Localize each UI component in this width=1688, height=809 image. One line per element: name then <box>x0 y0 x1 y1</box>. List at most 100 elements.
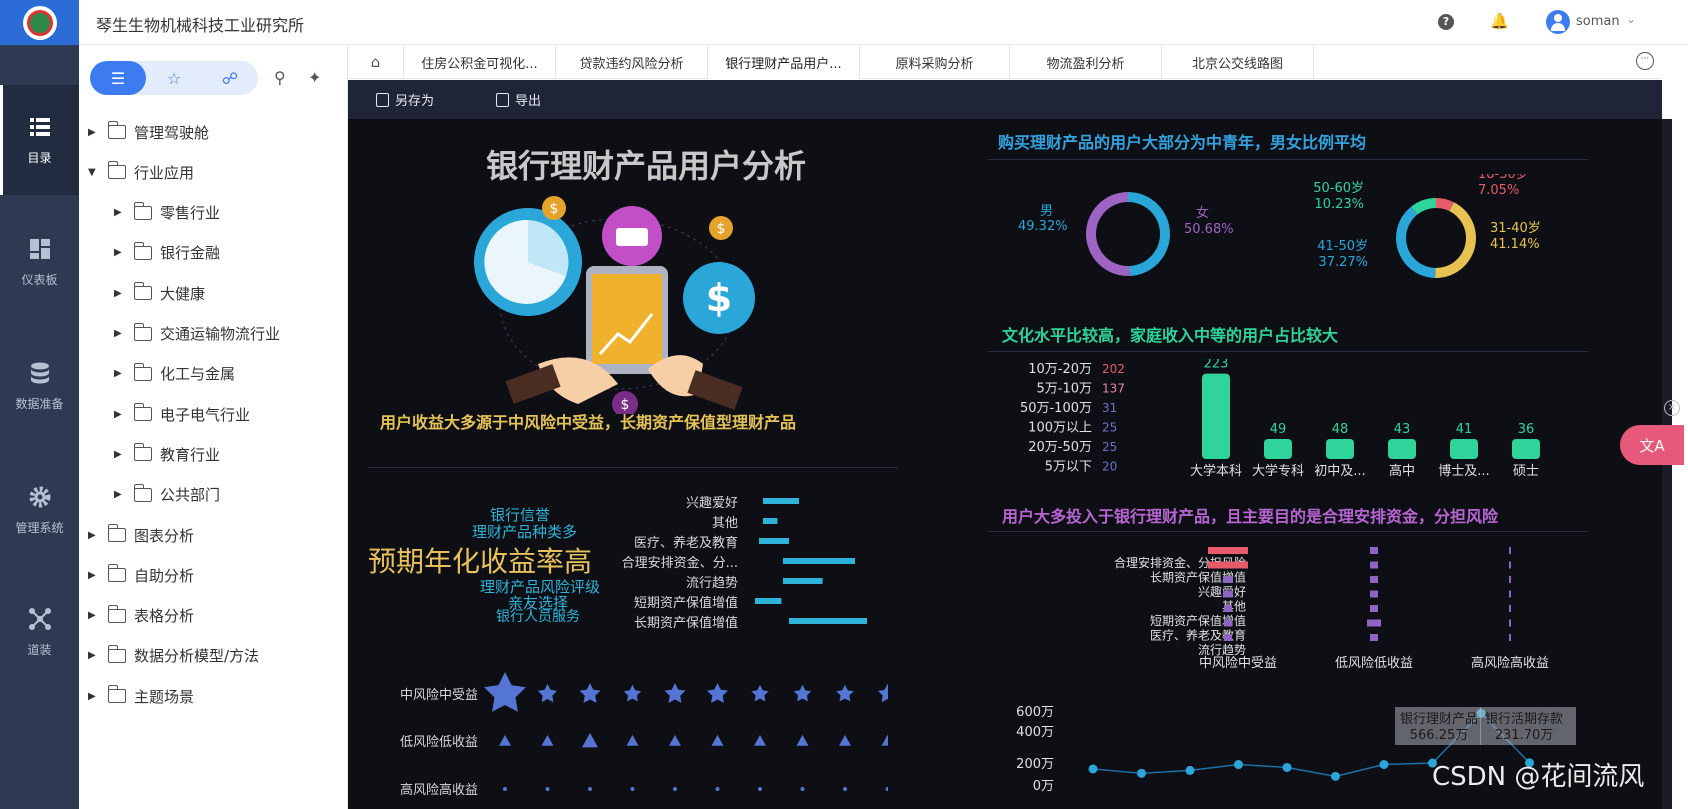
app-logo[interactable] <box>0 0 79 45</box>
close-icon[interactable]: × <box>1664 400 1680 416</box>
bar-value: 43 <box>1394 422 1411 437</box>
star-mark <box>877 683 888 703</box>
y-tick-label: 600万 <box>1016 705 1054 720</box>
tree-node[interactable]: ▶ 电子电气行业 <box>114 394 250 434</box>
tree-node[interactable]: ▶ 表格分析 <box>88 596 194 636</box>
favorite-tab[interactable]: ☆ <box>146 61 202 95</box>
matrix-mark <box>1509 634 1511 641</box>
tree-node[interactable]: ▶ 大健康 <box>114 273 205 313</box>
income-value: 20 <box>1102 460 1117 474</box>
database-icon <box>30 362 49 383</box>
caret-right-icon[interactable]: ▶ <box>88 570 102 581</box>
caret-right-icon[interactable]: ▶ <box>114 449 128 460</box>
caret-right-icon[interactable]: ▶ <box>114 328 128 339</box>
nav-item-dashboard[interactable]: 仪表板 <box>0 207 79 317</box>
triangle-mark <box>499 735 511 746</box>
bar <box>1326 439 1354 459</box>
bar-label: 医疗、养老及教育 <box>634 535 738 551</box>
org-name: 琴生生物机械科技工业研究所 <box>96 16 305 35</box>
tree-node[interactable]: ▶ 自助分析 <box>88 555 194 595</box>
folder-icon <box>108 121 126 139</box>
matrix-mark <box>1509 576 1511 583</box>
share-tab[interactable]: ☍ <box>202 61 258 95</box>
tree-node[interactable]: ▶ 化工与金属 <box>114 354 235 394</box>
tab-3[interactable]: 银行理财产品用户... <box>708 45 860 79</box>
tree-node[interactable]: ▼ 行业应用 <box>88 152 194 192</box>
caret-right-icon[interactable]: ▶ <box>114 409 128 420</box>
matrix-mark <box>1509 547 1511 554</box>
tab-1[interactable]: 住房公积金可视化... <box>404 45 556 79</box>
row-label: 兴趣爱好 <box>1198 584 1246 599</box>
tab-5[interactable]: 物流盈利分析 <box>1010 45 1162 79</box>
slice-label: 50.68% <box>1184 222 1234 237</box>
tree-node[interactable]: ▶ 图表分析 <box>88 515 194 555</box>
matrix-mark <box>1224 605 1232 612</box>
y-tick-label: 0万 <box>1033 779 1054 794</box>
nav-item-plugin[interactable]: 道装 <box>0 577 79 687</box>
caret-right-icon[interactable]: ▶ <box>88 650 102 661</box>
nav-label: 道装 <box>27 642 52 657</box>
bar <box>1264 439 1292 459</box>
star-mark <box>537 683 558 703</box>
bar-label: 兴趣爱好 <box>686 496 738 511</box>
series-point <box>1331 771 1340 781</box>
nav-item-data-prep[interactable]: 数据准备 <box>0 331 79 441</box>
tree-node-label: 交通运输物流行业 <box>160 325 281 343</box>
caret-right-icon[interactable]: ▶ <box>88 530 102 541</box>
gender-donut-chart: 男49.32% 女50.68% <box>1018 192 1234 276</box>
donut-slice <box>1128 192 1170 276</box>
nav-item-catalog[interactable]: 目录 <box>0 85 79 195</box>
tab-label: 北京公交线路图 <box>1191 56 1283 72</box>
home-icon[interactable]: ⌂ <box>348 45 404 79</box>
caret-right-icon[interactable]: ▶ <box>88 127 102 138</box>
search-icon[interactable]: ⚲ <box>274 68 286 87</box>
tree-node[interactable]: ▶ 公共部门 <box>114 475 220 515</box>
dashboard-icon <box>29 238 50 259</box>
triangle-mark <box>541 735 554 746</box>
income-label: 20万-50万 <box>1028 440 1092 455</box>
caret-right-icon[interactable]: ▶ <box>114 207 128 218</box>
triangle-mark <box>754 735 766 746</box>
nav-item-admin[interactable]: 管理系统 <box>0 455 79 565</box>
slice-label: 37.27% <box>1318 255 1368 270</box>
help-icon[interactable]: ? <box>1438 14 1454 30</box>
avatar[interactable] <box>1546 10 1570 34</box>
caret-right-icon[interactable]: ▶ <box>88 691 102 702</box>
caret-right-icon[interactable]: ▶ <box>114 288 128 299</box>
caret-right-icon[interactable]: ▶ <box>114 368 128 379</box>
tree-node[interactable]: ▶ 数据分析模型/方法 <box>88 636 259 676</box>
bar <box>763 498 799 504</box>
tree-node[interactable]: ▶ 管理驾驶舱 <box>88 112 209 152</box>
translate-button[interactable]: 文A <box>1620 425 1684 465</box>
tree-node[interactable]: ▶ 银行金融 <box>114 233 220 273</box>
tab-label: 原料采购分析 <box>895 56 974 72</box>
watermark: CSDN @花间流风 <box>1432 762 1645 792</box>
tree-node[interactable]: ▶ 零售行业 <box>114 193 220 233</box>
caret-right-icon[interactable]: ▶ <box>88 610 102 621</box>
risk-star-chart: 中风险中受益低风险低收益高风险高收益 <box>400 672 888 798</box>
list-view-tab[interactable]: ☰ <box>90 61 146 95</box>
caret-right-icon[interactable]: ▶ <box>114 489 128 500</box>
tab-6[interactable]: 北京公交线路图 <box>1162 45 1314 79</box>
chevron-down-icon[interactable]: ⌄ <box>1626 12 1636 26</box>
save-icon <box>376 92 389 107</box>
folder-icon <box>134 201 152 220</box>
more-icon[interactable]: ··· <box>1636 52 1654 70</box>
bar <box>783 558 855 564</box>
y-tick-label: 400万 <box>1016 725 1054 740</box>
caret-right-icon[interactable]: ▶ <box>114 247 128 258</box>
pin-icon[interactable]: ✦ <box>308 68 321 87</box>
tab-2[interactable]: 贷款违约风险分析 <box>556 45 708 79</box>
tab-4[interactable]: 原料采购分析 <box>860 45 1010 79</box>
export-button[interactable]: 导出 <box>496 90 541 109</box>
network-icon <box>28 607 51 630</box>
user-name[interactable]: soman <box>1576 14 1620 29</box>
save-as-button[interactable]: 另存为 <box>376 90 434 109</box>
tree-node[interactable]: ▶ 主题场景 <box>88 676 194 716</box>
bell-icon[interactable]: 🔔 <box>1490 12 1509 30</box>
tree-node-label: 自助分析 <box>134 566 195 585</box>
tree-node[interactable]: ▶ 交通运输物流行业 <box>114 314 280 354</box>
tree-node[interactable]: ▶ 教育行业 <box>114 434 220 474</box>
caret-down-icon[interactable]: ▼ <box>88 167 102 178</box>
slice-name: 女 <box>1196 205 1209 221</box>
